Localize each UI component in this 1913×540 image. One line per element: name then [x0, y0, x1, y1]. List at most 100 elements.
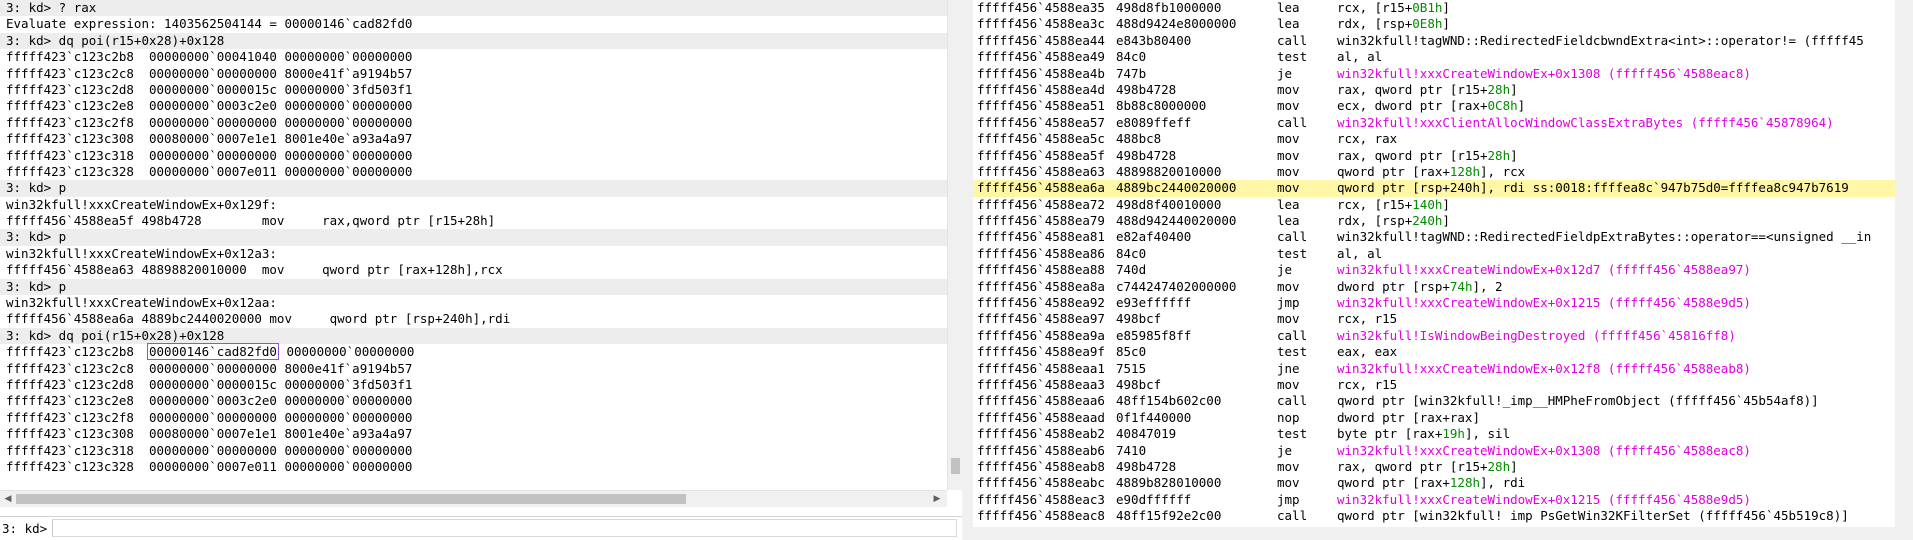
disassembly-row[interactable]: fffff456`4588eac8 48ff15f92e2c00 call qword… — [973, 508, 1895, 524]
disassembly-row[interactable]: fffff456`4588ea63 48898820010000 mov qword … — [973, 164, 1895, 180]
instruction-bytes: 498b4728 — [1116, 458, 1177, 474]
operand-text: al, al — [1337, 49, 1383, 65]
operand-text: al, al — [1337, 245, 1383, 261]
instruction-address: fffff456`4588ea4d — [977, 81, 1105, 97]
instruction-bytes: 48ff15f92e2c00 — [1116, 508, 1222, 524]
output-line: fffff423`c123c2c8 00000000`00000000 8000… — [6, 65, 413, 81]
instruction-bytes: 48ff154b602c00 — [1116, 393, 1222, 409]
disassembly-row[interactable]: fffff456`4588ea5f 498b4728 mov rax, qword p… — [973, 148, 1895, 164]
disassembly-row[interactable]: fffff456`4588ea4b 747b je win32kfull!xxxCre… — [973, 66, 1895, 82]
disassembly-row[interactable]: fffff456`4588ea9a e85985f8ff call win32kful… — [973, 328, 1895, 344]
scroll-left-arrow-icon[interactable]: ◀ — [2, 493, 14, 505]
output-line: fffff456`4588ea63 48898820010000 mov qwo… — [6, 262, 503, 278]
disassembly-row[interactable]: fffff456`4588ea97 498bcf mov rcx, r15 — [973, 311, 1895, 327]
output-line: fffff423`c123c308 00080000`0007e1e1 8001… — [6, 426, 413, 442]
symbol-reference[interactable]: win32kfull!xxxClientAllocWindowClassExtr… — [1337, 115, 1834, 130]
instruction-mnemonic: jmp — [1277, 295, 1300, 311]
operand-text: win32kfull!tagWND::RedirectedFieldcbwndE… — [1337, 32, 1864, 48]
disassembly-row[interactable]: fffff456`4588ea86 84c0 test al, al — [973, 246, 1895, 262]
disassembly-row[interactable]: fffff456`4588ea51 8b88c8000000 mov ecx, dwo… — [973, 98, 1895, 114]
operand-text: qword ptr [win32kfull! imp PsGetWin32KFi… — [1337, 508, 1849, 524]
operand-text: rcx, [r15+ — [1337, 196, 1413, 212]
instruction-bytes: 84c0 — [1116, 49, 1147, 65]
instruction-bytes: 498b4728 — [1116, 147, 1177, 163]
symbol-reference[interactable]: win32kfull!xxxCreateWindowEx+0x12d7 (fff… — [1337, 262, 1751, 277]
instruction-mnemonic: mov — [1277, 458, 1300, 474]
command-output-horizontal-scrollbar[interactable]: ◀ ▶ — [0, 490, 947, 507]
disassembly-listing[interactable]: fffff456`4588ea35 498d8fb1000000 lea rcx, [… — [973, 0, 1895, 527]
operand-text: dword ptr [rax+rax] — [1337, 409, 1480, 425]
disassembly-row[interactable]: fffff456`4588eabc 4889b828010000 mov qword … — [973, 475, 1895, 491]
instruction-bytes: e93effffff — [1116, 295, 1192, 311]
output-line: win32kfull!xxxCreateWindowEx+0x129f: — [6, 196, 277, 212]
output-line: win32kfull!xxxCreateWindowEx+0x12a3: — [6, 245, 277, 261]
symbol-reference[interactable]: win32kfull!xxxCreateWindowEx+0x1308 (fff… — [1337, 66, 1751, 81]
disassembly-row[interactable]: fffff456`4588eaa6 48ff154b602c00 call qword… — [973, 393, 1895, 409]
output-line: fffff423`c123c318 00000000`00000000 0000… — [6, 442, 413, 458]
instruction-address: fffff456`4588eaa1 — [977, 360, 1105, 376]
operand-text: qword ptr [rax+ — [1337, 163, 1450, 179]
disassembly-row[interactable]: fffff456`4588ea92 e93effffff jmp win32kfull… — [973, 295, 1895, 311]
instruction-operands: rdx, [rsp+240h] — [1337, 213, 1450, 229]
disassembly-row[interactable]: fffff456`4588eac3 e90dffffff jmp win32kfull… — [973, 492, 1895, 508]
disassembly-row[interactable]: fffff456`4588ea35 498d8fb1000000 lea rcx, [… — [973, 0, 1895, 16]
instruction-address: fffff456`4588eab8 — [977, 458, 1105, 474]
operand-text: rcx, r15 — [1337, 311, 1398, 327]
operand-text: rcx, rax — [1337, 131, 1398, 147]
command-output-vertical-scrollbar[interactable] — [947, 0, 963, 490]
disassembly-row[interactable]: fffff456`4588ea8a c744247402000000 mov dwor… — [973, 279, 1895, 295]
disassembly-row[interactable]: fffff456`4588eab2 40847019 test byte ptr [r… — [973, 426, 1895, 442]
operand-text: ecx, dword ptr [rax+ — [1337, 98, 1488, 114]
instruction-operands: win32kfull!xxxCreateWindowEx+0x1308 (fff… — [1337, 66, 1751, 82]
command-prompt-label: 3: kd> — [2, 521, 48, 536]
output-line: fffff423`c123c2f8 00000000`00000000 0000… — [6, 114, 413, 130]
disassembly-row[interactable]: fffff456`4588ea81 e82af40400 call win32kful… — [973, 229, 1895, 245]
disassembly-row[interactable]: fffff456`4588eaa1 7515 jne win32kfull!xxxCr… — [973, 361, 1895, 377]
disassembly-row[interactable]: fffff456`4588ea49 84c0 test al, al — [973, 49, 1895, 65]
instruction-operands: qword ptr [rsp+240h], rdi ss:0018:ffffea… — [1337, 180, 1849, 196]
instruction-operands: win32kfull!tagWND::RedirectedFieldcbwndE… — [1337, 33, 1864, 49]
output-line: fffff423`c123c2f8 00000000`00000000 0000… — [6, 409, 413, 425]
scroll-right-arrow-icon[interactable]: ▶ — [931, 493, 943, 505]
disassembly-row[interactable]: fffff456`4588ea3c 488d9424e8000000 lea rdx,… — [973, 16, 1895, 32]
operand-text: ], rdi — [1480, 475, 1526, 491]
disassembly-vertical-scrollbar[interactable] — [1895, 0, 1913, 527]
disassembly-row[interactable]: fffff456`4588ea88 740d je win32kfull!xxxCre… — [973, 262, 1895, 278]
operand-text: rdx, [rsp+ — [1337, 16, 1413, 32]
pane-splitter[interactable] — [962, 0, 973, 539]
symbol-reference[interactable]: win32kfull!xxxCreateWindowEx+0x1308 (fff… — [1337, 443, 1751, 458]
disassembly-row[interactable]: fffff456`4588eab6 7410 je win32kfull!xxxCre… — [973, 443, 1895, 459]
instruction-operands: win32kfull!xxxCreateWindowEx+0x12f8 (fff… — [1337, 361, 1751, 377]
horizontal-scroll-thumb[interactable] — [16, 494, 686, 504]
symbol-reference[interactable]: win32kfull!xxxCreateWindowEx+0x1215 (fff… — [1337, 295, 1751, 310]
symbol-reference[interactable]: win32kfull!xxxCreateWindowEx+0x12f8 (fff… — [1337, 361, 1751, 376]
vertical-scroll-thumb[interactable] — [951, 458, 960, 474]
symbol-reference[interactable]: win32kfull!xxxCreateWindowEx+0x1215 (fff… — [1337, 492, 1751, 507]
disassembly-horizontal-scrollbar[interactable] — [973, 527, 1913, 539]
disassembly-row[interactable]: fffff456`4588eaad 0f1f440000 nop dword ptr … — [973, 410, 1895, 426]
instruction-operands: rcx, r15 — [1337, 311, 1397, 327]
disassembly-row[interactable]: fffff456`4588eab8 498b4728 mov rax, qword p… — [973, 459, 1895, 475]
disassembly-row[interactable]: fffff456`4588ea9f 85c0 test eax, eax — [973, 344, 1895, 360]
command-input[interactable] — [52, 519, 957, 537]
disassembly-row[interactable]: fffff456`4588ea57 e8089ffeff call win32kful… — [973, 115, 1895, 131]
instruction-address: fffff456`4588eaa3 — [977, 376, 1105, 392]
highlighted-value: 00000146`cad82fd0 — [147, 343, 279, 361]
symbol-reference[interactable]: win32kfull!IsWindowBeingDestroyed (fffff… — [1337, 328, 1736, 343]
output-line: fffff423`c123c2c8 00000000`00000000 8000… — [6, 360, 413, 376]
operand-text: rdx, [rsp+ — [1337, 213, 1413, 229]
instruction-address: fffff456`4588ea79 — [977, 213, 1105, 229]
instruction-bytes: 747b — [1116, 65, 1147, 81]
command-output[interactable]: 3: kd> ? rax Evaluate expression: 1403562… — [0, 0, 947, 490]
disassembly-row[interactable]: fffff456`4588ea4d 498b4728 mov rax, qword p… — [973, 82, 1895, 98]
current-instruction-row[interactable]: fffff456`4588ea6a 4889bc2440020000 mov qwor… — [973, 180, 1895, 197]
disassembly-row[interactable]: fffff456`4588ea5c 488bc8 mov rcx, rax — [973, 131, 1895, 147]
instruction-address: fffff456`4588ea35 — [977, 0, 1105, 15]
instruction-address: fffff456`4588ea92 — [977, 295, 1105, 311]
disassembly-row[interactable]: fffff456`4588ea44 e843b80400 call win32kful… — [973, 33, 1895, 49]
instruction-mnemonic: mov — [1277, 475, 1300, 491]
output-line: fffff423`c123c328 00000000`0007e011 0000… — [6, 163, 413, 179]
disassembly-row[interactable]: fffff456`4588ea79 488d942440020000 lea rdx,… — [973, 213, 1895, 229]
disassembly-row[interactable]: fffff456`4588ea72 498d8f40010000 lea rcx, [… — [973, 197, 1895, 213]
disassembly-row[interactable]: fffff456`4588eaa3 498bcf mov rcx, r15 — [973, 377, 1895, 393]
